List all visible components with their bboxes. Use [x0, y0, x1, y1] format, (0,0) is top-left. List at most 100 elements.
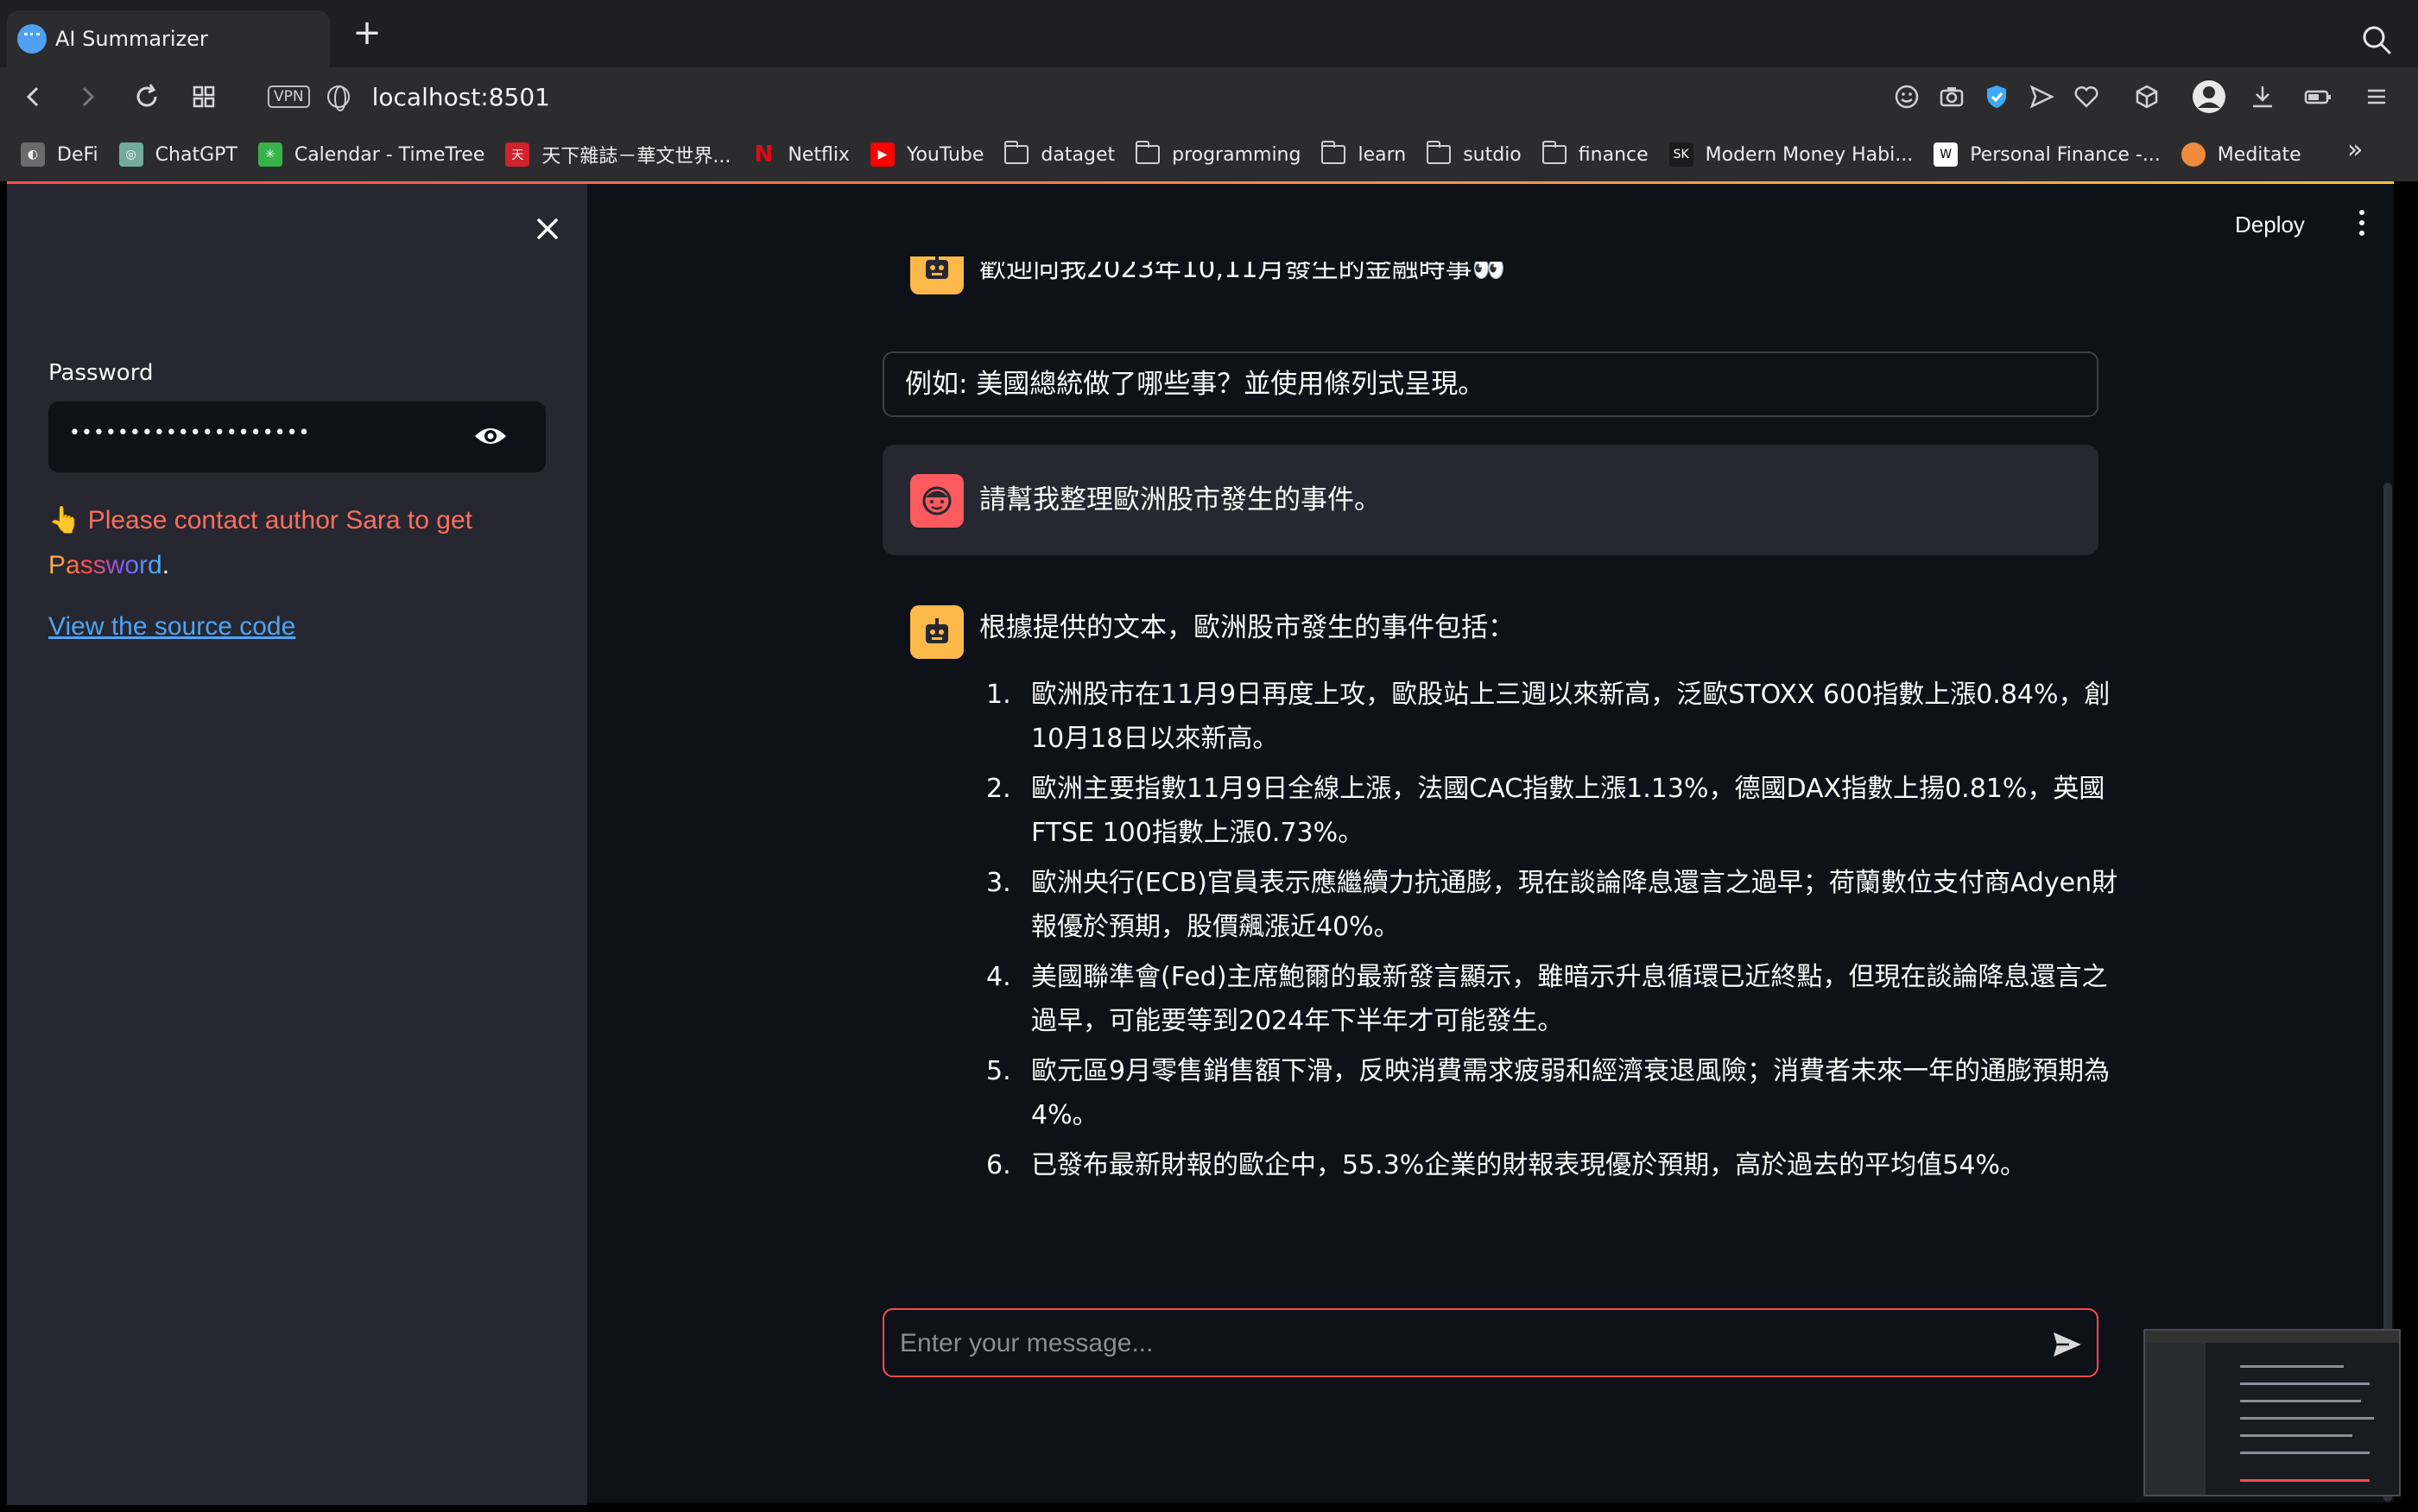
cube-icon[interactable] — [2133, 83, 2161, 111]
deploy-button[interactable]: Deploy — [2235, 212, 2305, 238]
chat-input[interactable] — [883, 1308, 2098, 1377]
forward-arrow-icon — [82, 86, 95, 107]
menu-icon[interactable] — [2363, 83, 2390, 111]
camera-icon[interactable] — [1938, 83, 1965, 111]
bookmark-label: finance — [1578, 143, 1649, 166]
tab-title: AI Summarizer — [55, 27, 208, 51]
emoji-icon[interactable] — [1893, 83, 1921, 111]
speed-dial-button[interactable] — [187, 79, 221, 114]
folder-icon — [1004, 141, 1029, 164]
battery-icon[interactable] — [2304, 83, 2332, 111]
cw-icon: 天 — [505, 142, 530, 167]
robot-icon — [926, 256, 948, 279]
browser-tab-bar: AI Summarizer + — [0, 0, 2418, 67]
send-icon[interactable] — [2050, 1327, 2085, 1362]
bookmark-label: DeFi — [57, 143, 98, 166]
example-prompt: 例如: 美國總統做了哪些事？並使用條列式呈現。 — [883, 351, 2098, 417]
meditate-icon — [2181, 142, 2206, 167]
bookmark-label: sutdio — [1463, 143, 1522, 166]
list-item-number: 3. — [986, 868, 1011, 898]
bot-response-list: 1. 歐洲股市在11月9日再度上攻，歐股站上三週以來新高，泛歐STOXX 600指… — [979, 673, 2119, 1193]
list-item-text: 歐洲股市在11月9日再度上攻，歐股站上三週以來新高，泛歐STOXX 600指數上… — [1031, 680, 2111, 754]
screenshot-thumbnail[interactable] — [2143, 1329, 2401, 1496]
reload-button[interactable] — [130, 79, 164, 114]
bookmark-item[interactable]: SK Modern Money Habi... — [1668, 142, 1914, 167]
more-bookmarks-icon[interactable]: » — [2347, 135, 2363, 165]
download-icon[interactable] — [2249, 83, 2276, 111]
password-label: Password — [48, 360, 154, 386]
user-avatar — [910, 474, 964, 528]
bookmark-item[interactable]: Meditate — [2181, 142, 2301, 167]
url-text[interactable]: localhost:8501 — [372, 83, 550, 111]
bookmark-item[interactable]: 天天下雜誌－華文世界... — [505, 141, 731, 168]
list-item-number: 2. — [986, 774, 1011, 804]
bookmark-label: Meditate — [2217, 143, 2301, 166]
bookmark-label: Netflix — [788, 143, 850, 166]
close-icon[interactable] — [529, 210, 567, 248]
vpn-badge[interactable]: VPN — [268, 85, 310, 108]
list-item: 2. 歐洲主要指數11月9日全線上漲，法國CAC指數上漲1.13%，德國DAX指數… — [979, 767, 2119, 855]
list-item-text: 歐洲主要指數11月9日全線上漲，法國CAC指數上漲1.13%，德國DAX指數上揚… — [1031, 774, 2105, 848]
password-field[interactable]: •••••••••••••••••••• — [48, 402, 546, 472]
back-arrow-icon — [26, 86, 39, 107]
bookmark-label: learn — [1358, 143, 1407, 166]
welcome-message: 歡迎向我2023年10,11月發生的金融時事👀 — [979, 253, 1506, 284]
bookmarks-bar: ◐ DeFi ◎ ChatGPT ✳ Calendar - TimeTree 天天下雜誌－華… — [0, 128, 2418, 181]
bot-avatar — [910, 605, 964, 659]
list-item-text: 歐元區9月零售銷售額下滑，反映消費需求疲弱和經濟衰退風險；消費者未來一年的通膨預… — [1031, 1056, 2111, 1130]
reload-icon — [136, 84, 157, 107]
bookmark-item[interactable]: ◐ DeFi — [21, 142, 98, 167]
send-arrow-icon[interactable] — [2028, 83, 2055, 111]
user-message-text: 請幫我整理歐洲股市發生的事件。 — [979, 484, 1381, 516]
user-face-icon — [922, 486, 952, 516]
list-item-number: 4. — [986, 962, 1011, 992]
bookmark-label: YouTube — [906, 143, 984, 166]
shield-check-icon[interactable] — [1983, 83, 2010, 111]
source-code-link[interactable]: View the source code — [48, 612, 295, 642]
user-message: 請幫我整理歐洲股市發生的事件。 — [883, 445, 2098, 555]
profile-avatar-icon[interactable] — [2192, 79, 2226, 114]
bookmark-label: 天下雜誌－華文世界... — [541, 146, 731, 168]
list-item-text: 美國聯準會(Fed)主席鮑爾的最新發言顯示，雖暗示升息循環已近終點，但現在談論降… — [1031, 962, 2108, 1036]
folder-icon — [1136, 141, 1161, 164]
bot-response-intro: 根據提供的文本，歐洲股市發生的事件包括： — [979, 612, 1515, 643]
browser-tab[interactable]: AI Summarizer — [7, 10, 330, 67]
list-item: 3. 歐洲央行(ECB)官員表示應繼續力抗通膨，現在談論降息還言之過早；荷蘭數位支… — [979, 861, 2119, 949]
bookmark-item[interactable]: dataget — [1004, 141, 1116, 166]
bookmark-item[interactable]: W Personal Finance -... — [1934, 142, 2161, 167]
chat-message-input[interactable] — [900, 1322, 2022, 1365]
bookmark-label: ChatGPT — [155, 143, 237, 166]
bookmark-label: Modern Money Habi... — [1705, 143, 1914, 166]
bookmark-item[interactable]: ▶ YouTube — [870, 142, 984, 167]
bookmark-item[interactable]: N Netflix — [751, 142, 850, 168]
list-item-number: 6. — [986, 1150, 1011, 1180]
bookmark-label: Personal Finance -... — [1970, 143, 2161, 166]
folder-icon — [1541, 141, 1567, 164]
list-item: 1. 歐洲股市在11月9日再度上攻，歐股站上三週以來新高，泛歐STOXX 600指… — [979, 673, 2119, 761]
bookmark-item[interactable]: finance — [1541, 141, 1649, 166]
list-item: 4. 美國聯準會(Fed)主席鮑爾的最新發言顯示，雖暗示升息循環已近終點，但現在談… — [979, 955, 2119, 1043]
new-tab-button[interactable]: + — [350, 16, 384, 52]
back-button[interactable] — [16, 79, 50, 114]
list-item-number: 1. — [986, 680, 1011, 710]
folder-icon — [1427, 141, 1452, 164]
forward-button[interactable] — [71, 79, 105, 114]
bookmark-item[interactable]: ◎ ChatGPT — [118, 142, 237, 167]
address-bar[interactable]: VPN localhost:8501 — [268, 76, 1874, 117]
defi-icon: ◐ — [21, 142, 45, 167]
list-item: 6. 已發布最新財報的歐企中，55.3%企業的財報表現優於預期，高於過去的平均值5… — [979, 1143, 2119, 1187]
heart-icon[interactable] — [2073, 83, 2100, 111]
bookmark-item[interactable]: ✳ Calendar - TimeTree — [257, 142, 484, 167]
eye-icon[interactable] — [473, 421, 508, 452]
password-value[interactable]: •••••••••••••••••••• — [69, 422, 311, 444]
app-page: Password •••••••••••••••••••• 👆 Please c… — [7, 181, 2401, 1505]
bookmark-label: programming — [1172, 143, 1301, 166]
example-prompt-text: 例如: 美國總統做了哪些事？並使用條列式呈現。 — [905, 369, 1485, 400]
kebab-menu-icon[interactable] — [2359, 210, 2366, 241]
search-icon[interactable] — [2359, 22, 2394, 57]
warning-text: 👆 Please contact author Sara to get — [48, 506, 472, 535]
bookmark-item[interactable]: learn — [1321, 141, 1407, 166]
bookmark-item[interactable]: programming — [1136, 141, 1301, 166]
bookmark-item[interactable]: sutdio — [1427, 141, 1522, 166]
bookmark-label: dataget — [1041, 143, 1116, 166]
